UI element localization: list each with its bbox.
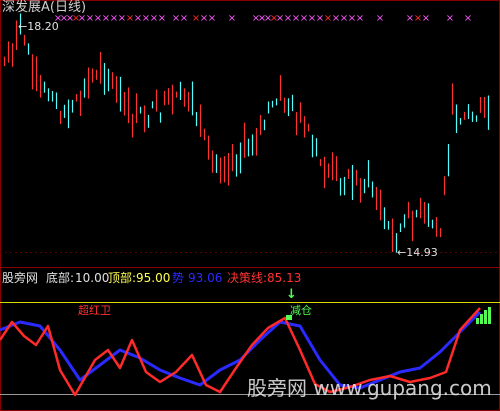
param-decision-value: 85.13: [267, 271, 302, 285]
param-top-value: 95.00: [136, 271, 171, 285]
signal-histogram-bar: [480, 314, 483, 324]
param-bottom-value: 10.00: [75, 271, 110, 285]
signal-histogram-bar: [476, 318, 479, 324]
signal-marker: ×: [356, 13, 364, 24]
param-decision-label: 决策线:: [227, 271, 268, 285]
stock-chart-window: × × × × × × × × × × × × × × × × × × × × × × × × × × × × × × × × × × × × × × × ×…: [0, 0, 500, 411]
reduce-arrow-icon: ↓: [286, 287, 297, 302]
chart-canvas[interactable]: ××××× × × × × × × × × × × × × × × × × ××××× × × × × × × × × × × × × × ×…: [0, 0, 500, 411]
param-trend-label: 势: [172, 271, 185, 285]
max-arrow-icon: ←: [18, 20, 28, 33]
max-price-label: ←18.20: [18, 20, 59, 33]
param-trend-value: 93.06: [188, 271, 223, 285]
signal-marker: ×: [228, 13, 236, 24]
indicator-name: 股旁网: [2, 271, 39, 285]
watermark: 股旁网 www.gupang.com: [247, 376, 492, 400]
signal-histogram-bar: [484, 310, 487, 324]
buy-annotation: 超红卫: [78, 304, 111, 317]
signal-histogram-bar: [488, 307, 491, 324]
param-bottom-label: 底部:: [46, 271, 75, 285]
signal-marker: ×: [180, 13, 188, 24]
signal-marker: ×: [422, 13, 430, 24]
signal-marker: ×: [446, 13, 454, 24]
min-arrow-icon: ←: [397, 246, 407, 259]
signal-marker: ×: [208, 13, 216, 24]
param-top-label: 顶部:: [108, 271, 137, 285]
signal-marker: ×: [464, 13, 472, 24]
chart-title: 深发展A(日线): [2, 0, 87, 15]
signal-marker: ×: [376, 13, 384, 24]
min-price-label: ←14.93: [397, 246, 438, 259]
signal-marker: ×: [158, 13, 166, 24]
reduce-annotation: 减仓: [290, 304, 312, 317]
